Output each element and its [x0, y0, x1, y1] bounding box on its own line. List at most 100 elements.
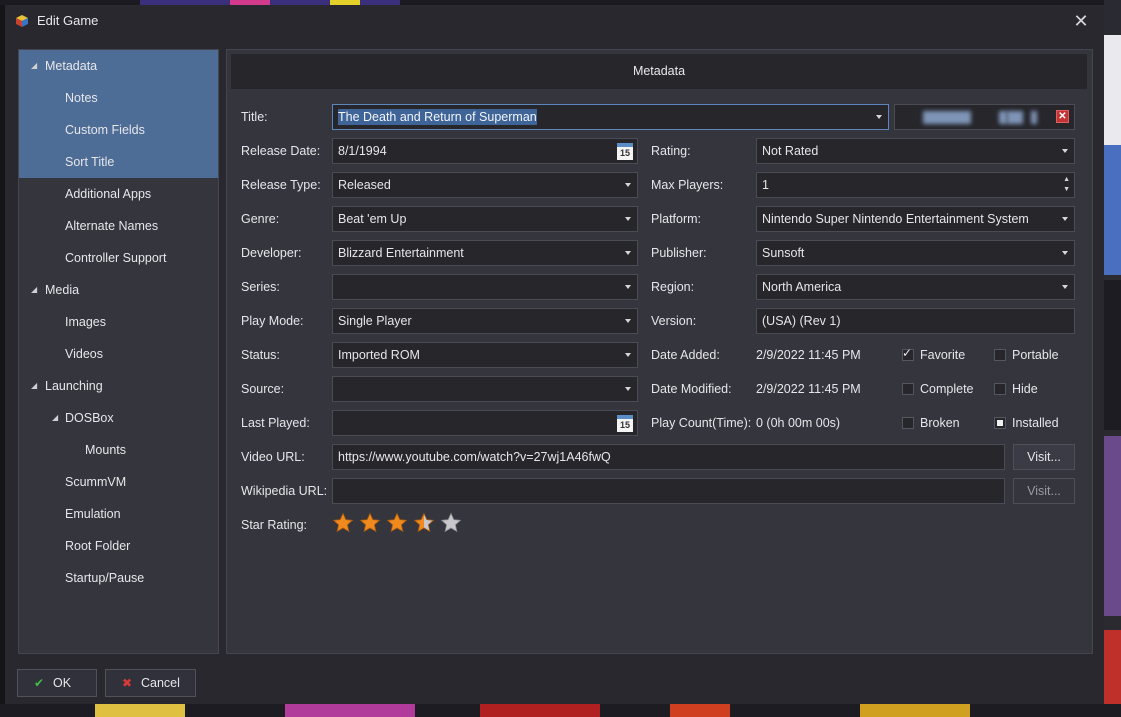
chevron-down-icon[interactable] [625, 183, 631, 187]
tree-item-notes[interactable]: Notes [19, 82, 218, 114]
calendar-icon[interactable]: 15 [617, 415, 633, 432]
region-label: Region: [651, 280, 695, 294]
tree-item-launching[interactable]: ◢ Launching [19, 370, 218, 402]
chevron-down-icon[interactable] [625, 217, 631, 221]
chevron-down-icon[interactable] [625, 251, 631, 255]
tree-item-scummvm[interactable]: ScummVM [19, 466, 218, 498]
complete-checkbox[interactable] [902, 383, 914, 395]
tree-item-label: Images [65, 315, 106, 329]
installed-checkbox[interactable] [994, 417, 1006, 429]
platform-dropdown[interactable]: Nintendo Super Nintendo Entertainment Sy… [756, 206, 1075, 232]
chevron-down-icon[interactable] [1062, 149, 1068, 153]
chevron-down-icon[interactable] [625, 285, 631, 289]
wikipedia-url-input[interactable] [332, 478, 1005, 504]
video-url-input[interactable]: https://www.youtube.com/watch?v=27wj1A46… [332, 444, 1005, 470]
region-dropdown[interactable]: North America [756, 274, 1075, 300]
tree-item-root-folder[interactable]: Root Folder [19, 530, 218, 562]
expand-arrow-icon[interactable]: ◢ [52, 402, 58, 434]
source-dropdown[interactable] [332, 376, 638, 402]
complete-label: Complete [920, 382, 974, 396]
calendar-icon[interactable]: 15 [617, 143, 633, 160]
video-url-label: Video URL: [241, 450, 305, 464]
status-label: Status: [241, 348, 280, 362]
tree-item-startup-pause[interactable]: Startup/Pause [19, 562, 218, 594]
expand-arrow-icon[interactable]: ◢ [31, 370, 37, 402]
portable-checkbox[interactable] [994, 349, 1006, 361]
publisher-dropdown-value: Sunsoft [762, 246, 805, 260]
tree-item-label: Emulation [65, 507, 121, 521]
tree-item-label: Additional Apps [65, 187, 152, 201]
release-type-dropdown[interactable]: Released [332, 172, 638, 198]
max-players-stepper[interactable]: 1 ▲ ▼ [756, 172, 1075, 198]
tree-item-media[interactable]: ◢ Media [19, 274, 218, 306]
navigation-tree: ◢ Metadata Notes Custom Fields Sort Title Add… [18, 49, 219, 654]
tree-item-additional-apps[interactable]: Additional Apps [19, 178, 218, 210]
last-played-picker[interactable]: 15 [332, 410, 638, 436]
tree-item-alternate-names[interactable]: Alternate Names [19, 210, 218, 242]
publisher-label: Publisher: [651, 246, 707, 260]
genre-dropdown[interactable]: Beat 'em Up [332, 206, 638, 232]
tree-item-dosbox[interactable]: ◢ DOSBox [19, 402, 218, 434]
chevron-down-icon[interactable] [625, 319, 631, 323]
date-modified-value: 2/9/2022 11:45 PM [756, 382, 861, 396]
developer-dropdown[interactable]: Blizzard Entertainment [332, 240, 638, 266]
tree-item-images[interactable]: Images [19, 306, 218, 338]
max-players-label: Max Players: [651, 178, 724, 192]
video-url-input-value: https://www.youtube.com/watch?v=27wj1A46… [338, 450, 611, 464]
status-dropdown-value: Imported ROM [338, 348, 420, 362]
hide-checkbox[interactable] [994, 383, 1006, 395]
tree-item-metadata[interactable]: ◢ Metadata [19, 50, 218, 82]
release-date-picker[interactable]: 8/1/1994 15 [332, 138, 638, 164]
expand-arrow-icon[interactable]: ◢ [31, 274, 37, 306]
broken-label: Broken [920, 416, 960, 430]
star-1-icon[interactable] [332, 512, 354, 534]
star-rating-label: Star Rating: [241, 518, 308, 532]
spin-down-icon[interactable]: ▼ [1063, 186, 1070, 194]
chevron-down-icon[interactable] [1062, 251, 1068, 255]
tree-item-videos[interactable]: Videos [19, 338, 218, 370]
favorite-checkbox[interactable] [902, 346, 914, 361]
cancel-x-icon: ✖ [122, 676, 133, 690]
broken-checkbox[interactable] [902, 417, 914, 429]
platform-dropdown-value: Nintendo Super Nintendo Entertainment Sy… [762, 212, 1029, 226]
tree-item-custom-fields[interactable]: Custom Fields [19, 114, 218, 146]
developer-label: Developer: [241, 246, 302, 260]
tree-item-label: Root Folder [65, 539, 131, 553]
star-4-icon[interactable] [413, 512, 435, 534]
chevron-down-icon[interactable] [625, 353, 631, 357]
chevron-down-icon[interactable] [1062, 285, 1068, 289]
tree-item-sort-title[interactable]: Sort Title [19, 146, 218, 178]
spin-up-icon[interactable]: ▲ [1063, 176, 1070, 184]
play-mode-dropdown[interactable]: Single Player [332, 308, 638, 334]
chevron-down-icon[interactable] [876, 115, 882, 119]
wikipedia-visit-button[interactable]: Visit... [1013, 478, 1075, 504]
tree-item-emulation[interactable]: Emulation [19, 498, 218, 530]
video-visit-button[interactable]: Visit... [1013, 444, 1075, 470]
expand-arrow-icon[interactable]: ◢ [31, 50, 37, 82]
wikipedia-url-label: Wikipedia URL: [241, 484, 328, 498]
tree-item-mounts[interactable]: Mounts [19, 434, 218, 466]
ok-button[interactable]: ✔ OK [17, 669, 97, 697]
portable-label: Portable [1012, 348, 1059, 362]
status-dropdown[interactable]: Imported ROM [332, 342, 638, 368]
clear-image-icon[interactable]: ✕ [1056, 110, 1069, 123]
series-dropdown[interactable] [332, 274, 638, 300]
rating-dropdown[interactable]: Not Rated [756, 138, 1075, 164]
publisher-dropdown[interactable]: Sunsoft [756, 240, 1075, 266]
blurred-image-thumbnail [1007, 111, 1023, 124]
chevron-down-icon[interactable] [625, 387, 631, 391]
star-3-icon[interactable] [386, 512, 408, 534]
cancel-button[interactable]: ✖ Cancel [105, 669, 196, 697]
version-label: Version: [651, 314, 697, 328]
star-2-icon[interactable] [359, 512, 381, 534]
title-combobox[interactable]: The Death and Return of Superman [332, 104, 889, 130]
chevron-down-icon[interactable] [1062, 217, 1068, 221]
star-5-icon[interactable] [440, 512, 462, 534]
version-input[interactable]: (USA) (Rev 1) [756, 308, 1075, 334]
image-preview-box[interactable]: ✕ [894, 104, 1075, 130]
date-added-label: Date Added: [651, 348, 720, 362]
tree-item-controller-support[interactable]: Controller Support [19, 242, 218, 274]
close-icon[interactable]: ✕ [1069, 10, 1093, 32]
tree-item-label: Mounts [85, 443, 126, 457]
rating-dropdown-value: Not Rated [762, 144, 819, 158]
